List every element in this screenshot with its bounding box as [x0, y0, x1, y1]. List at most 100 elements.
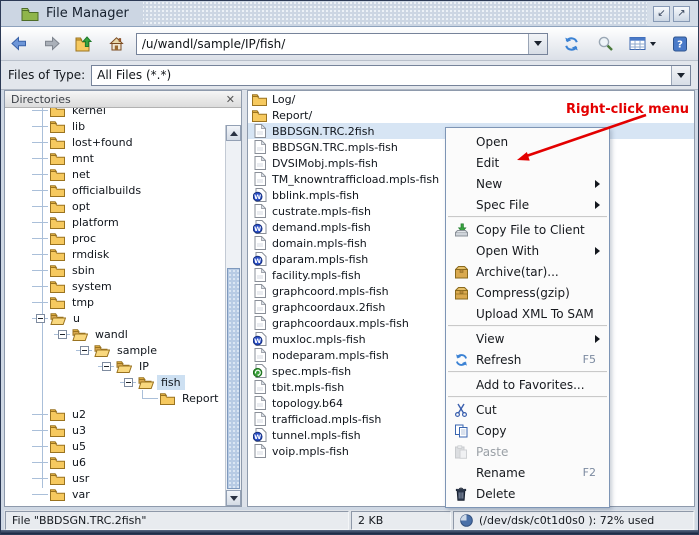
close-icon[interactable]: ✕ [226, 94, 235, 105]
status-size-cell: 2 KB [351, 511, 451, 530]
restore-button[interactable]: ↙ [653, 6, 670, 22]
minus-box-icon[interactable] [58, 330, 67, 339]
tree-item-system[interactable]: system [5, 278, 225, 294]
menu-item-add-to-favorites[interactable]: Add to Favorites... [447, 374, 608, 395]
tree-item-sbin[interactable]: sbin [5, 262, 225, 278]
tree-item-label: kernel [68, 108, 110, 118]
refresh-icon [452, 353, 470, 367]
tree-item-mnt[interactable]: mnt [5, 150, 225, 166]
menu-item-refresh[interactable]: RefreshF5 [447, 349, 608, 370]
copy-icon [452, 424, 470, 438]
menu-item-label: Edit [476, 156, 499, 170]
view-dropdown-icon[interactable] [650, 42, 656, 46]
home-icon[interactable] [106, 34, 126, 54]
menu-item-upload-xml-to-sam[interactable]: Upload XML To SAM [447, 303, 608, 324]
table-view-icon[interactable] [628, 34, 648, 54]
directories-title: Directories [11, 93, 71, 106]
tree-item-tmp[interactable]: tmp [5, 294, 225, 310]
search-icon[interactable] [596, 34, 616, 54]
tree-item-opt[interactable]: opt [5, 198, 225, 214]
menu-item-cut[interactable]: Cut [447, 399, 608, 420]
tree-connector-line [32, 230, 48, 246]
status-disk-cell: (/dev/dsk/c0t1d0s0 ): 72% used [453, 511, 694, 530]
tree-item-u2[interactable]: u2 [5, 406, 225, 422]
minus-box-icon[interactable] [124, 378, 133, 387]
collapse-toggle-icon[interactable] [32, 310, 48, 326]
folder-icon [138, 376, 154, 389]
menu-item-copy-file-to-client[interactable]: Copy File to Client [447, 219, 608, 240]
minus-box-icon[interactable] [102, 362, 111, 371]
tree-item-label: fish [157, 375, 185, 390]
tree-connector-line [32, 150, 48, 166]
tree-item-report[interactable]: Report [5, 390, 225, 406]
tree-item-kernel[interactable]: kernel [5, 108, 225, 118]
tree-item-officialbuilds[interactable]: officialbuilds [5, 182, 225, 198]
menu-item-view[interactable]: View [447, 328, 608, 349]
tree-item-fish[interactable]: fish [5, 374, 225, 390]
menu-item-label: Copy File to Client [476, 223, 585, 237]
tree-item-net[interactable]: net [5, 166, 225, 182]
address-dropdown-button[interactable] [528, 34, 547, 54]
folder-icon [50, 108, 65, 117]
tree-item-platform[interactable]: platform [5, 214, 225, 230]
titlebar[interactable]: File Manager ↙ ↗ [1, 1, 698, 27]
maximize-button[interactable]: ↗ [673, 6, 690, 22]
scroll-up-button[interactable] [226, 125, 241, 141]
menu-item-label: Rename [476, 466, 525, 480]
menu-item-label: Add to Favorites... [476, 378, 585, 392]
tree-item-wandl[interactable]: wandl [5, 326, 225, 342]
collapse-toggle-icon[interactable] [76, 342, 92, 358]
refresh-icon[interactable] [562, 34, 582, 54]
menu-item-label: View [476, 332, 504, 346]
tree-item-u3[interactable]: u3 [5, 422, 225, 438]
menu-item-spec-file[interactable]: Spec File [447, 194, 608, 215]
tree-item-label: u5 [68, 439, 90, 454]
scrollbar-thumb[interactable] [227, 268, 240, 489]
menu-item-compress-gzip[interactable]: Compress(gzip) [447, 282, 608, 303]
tree-item-label: u2 [68, 407, 90, 422]
menu-item-archive-tar[interactable]: Archive(tar)... [447, 261, 608, 282]
tree-scrollbar[interactable] [225, 125, 241, 506]
collapse-toggle-icon[interactable] [120, 374, 136, 390]
tree-connector-line [32, 134, 48, 150]
tree-item-var[interactable]: var [5, 486, 225, 502]
filetype-combo[interactable]: All Files (*.*) [91, 65, 691, 86]
help-icon[interactable]: ? [670, 34, 690, 54]
document-icon [252, 156, 267, 170]
tree-item-rmdisk[interactable]: rmdisk [5, 246, 225, 262]
tree-item-proc[interactable]: proc [5, 230, 225, 246]
menu-item-copy[interactable]: Copy [447, 420, 608, 441]
collapse-toggle-icon[interactable] [54, 326, 70, 342]
tree-connector-line [32, 108, 48, 118]
address-input[interactable] [137, 34, 528, 54]
tree-connector-line [32, 118, 48, 134]
tree-item-ip[interactable]: IP [5, 358, 225, 374]
menu-item-rename[interactable]: RenameF2 [447, 462, 608, 483]
menu-item-edit[interactable]: Edit [447, 152, 608, 173]
tree-item-u5[interactable]: u5 [5, 438, 225, 454]
scroll-down-button[interactable] [226, 490, 241, 506]
back-icon[interactable] [9, 34, 29, 54]
filetype-dropdown-button[interactable] [671, 66, 690, 85]
menu-item-new[interactable]: New [447, 173, 608, 194]
minus-box-icon[interactable] [80, 346, 89, 355]
folder-icon [252, 93, 267, 106]
minus-box-icon[interactable] [36, 314, 45, 323]
menu-item-paste: Paste [447, 441, 608, 462]
tree-connector-line [32, 246, 48, 262]
forward-icon[interactable] [43, 34, 63, 54]
up-folder-icon[interactable] [74, 34, 94, 54]
tree-item-lost-found[interactable]: lost+found [5, 134, 225, 150]
tree-item-sample[interactable]: sample [5, 342, 225, 358]
menu-item-delete[interactable]: Delete [447, 483, 608, 504]
menu-item-open[interactable]: Open [447, 131, 608, 152]
tree-item-lib[interactable]: lib [5, 118, 225, 134]
folder-icon [50, 280, 65, 293]
tree-item-u[interactable]: u [5, 310, 225, 326]
collapse-toggle-icon[interactable] [98, 358, 114, 374]
window-bottom-edge [1, 530, 698, 534]
file-name: BBDSGN.TRC.mpls-fish [272, 141, 398, 154]
tree-item-u6[interactable]: u6 [5, 454, 225, 470]
menu-item-open-with[interactable]: Open With [447, 240, 608, 261]
tree-item-usr[interactable]: usr [5, 470, 225, 486]
